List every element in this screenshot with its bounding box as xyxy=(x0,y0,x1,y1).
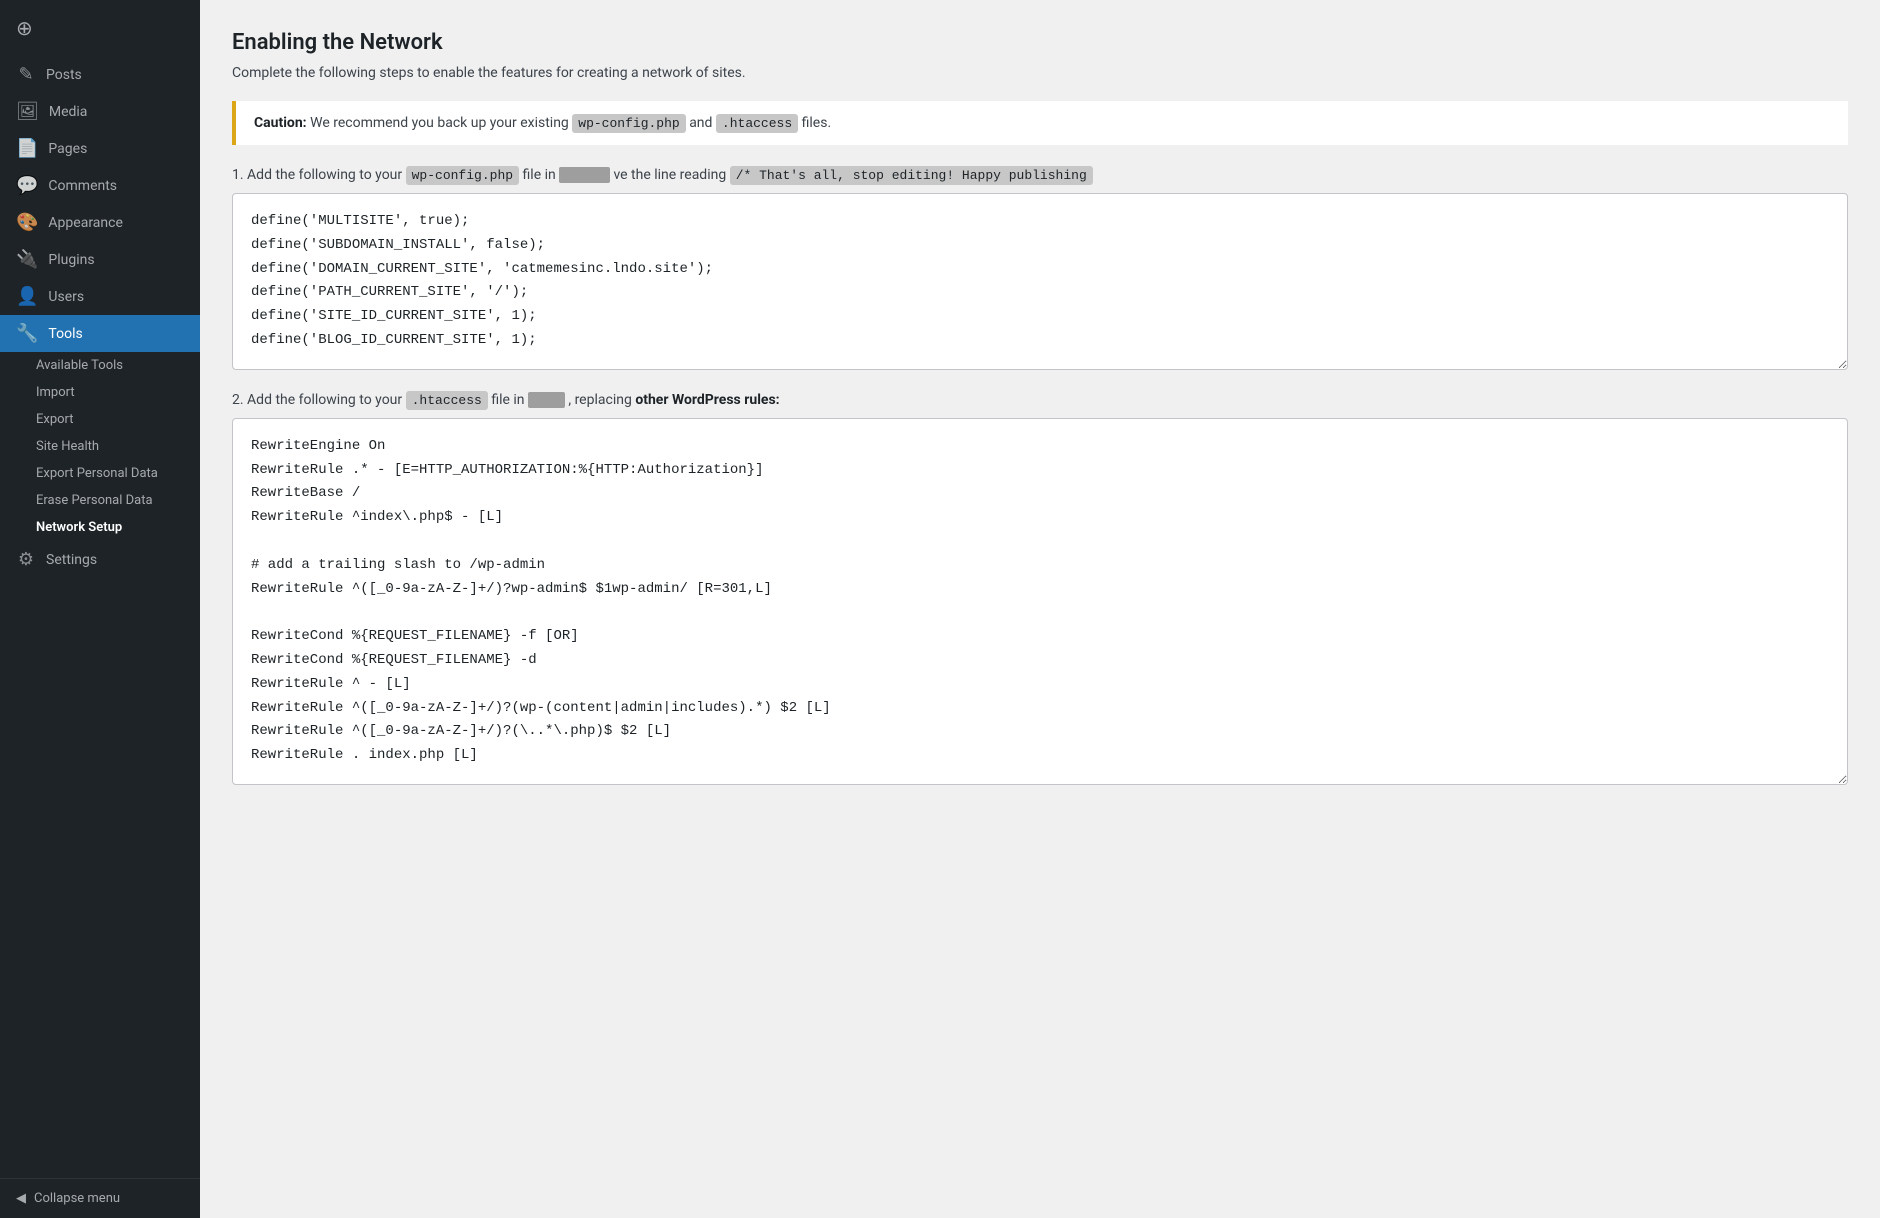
sidebar-menu: ✎ Posts 🖼 Media 📄 Pages 💬 Comments 🎨 App… xyxy=(0,56,200,578)
step1-code: wp-config.php xyxy=(406,166,519,185)
plugins-icon: 🔌 xyxy=(16,249,38,270)
step1-text-mid: file in xyxy=(523,167,556,183)
users-icon: 👤 xyxy=(16,286,38,307)
sidebar-subitem-erase-personal-data[interactable]: Erase Personal Data xyxy=(0,487,200,514)
code-block-2[interactable]: RewriteEngine On RewriteRule .* - [E=HTT… xyxy=(232,418,1848,785)
posts-icon: ✎ xyxy=(16,64,36,85)
step2-number: 2. xyxy=(232,392,244,408)
sidebar-subitem-export-personal-data[interactable]: Export Personal Data xyxy=(0,460,200,487)
step2-text-after: , replacing xyxy=(568,392,631,408)
step1-comment: /* That's all, stop editing! Happy publi… xyxy=(730,166,1093,185)
sidebar-item-label: Users xyxy=(48,289,84,305)
step2-bold: other WordPress rules: xyxy=(635,392,779,408)
sidebar-item-appearance[interactable]: 🎨 Appearance xyxy=(0,204,200,241)
step1-text-before: Add the following to your xyxy=(247,167,402,183)
caution-middle: and xyxy=(689,115,712,131)
step1-number: 1. xyxy=(232,167,244,183)
sidebar: ⊕ ✎ Posts 🖼 Media 📄 Pages 💬 Comments 🎨 A… xyxy=(0,0,200,1218)
pages-icon: 📄 xyxy=(16,138,38,159)
sidebar-item-settings[interactable]: ⚙ Settings xyxy=(0,541,200,578)
sidebar-item-label: Media xyxy=(49,104,88,120)
tools-arrow-icon: ◀ xyxy=(176,328,184,339)
sidebar-subitem-export[interactable]: Export xyxy=(0,406,200,433)
wp-logo-icon: ⊕ xyxy=(16,16,33,40)
code-block-1[interactable]: define('MULTISITE', true); define('SUBDO… xyxy=(232,193,1848,370)
step1-text: 1. Add the following to your wp-config.p… xyxy=(232,167,1848,183)
caution-end: files. xyxy=(802,115,832,131)
sidebar-item-label: Pages xyxy=(48,141,87,157)
step2-text-mid: file in xyxy=(491,392,524,408)
sidebar-item-label: Appearance xyxy=(48,215,122,231)
sidebar-item-media[interactable]: 🖼 Media xyxy=(0,93,200,130)
step2-text-before: Add the following to your xyxy=(247,392,402,408)
caution-box: Caution: We recommend you back up your e… xyxy=(232,101,1848,145)
collapse-menu-button[interactable]: ◀ Collapse menu xyxy=(0,1178,200,1218)
step2-code: .htaccess xyxy=(406,391,488,410)
page-title: Enabling the Network xyxy=(232,30,1848,55)
caution-label: Caution: xyxy=(254,115,307,131)
sidebar-subitem-network-setup[interactable]: Network Setup xyxy=(0,514,200,541)
page-subtitle: Complete the following steps to enable t… xyxy=(232,65,1848,81)
sidebar-item-users[interactable]: 👤 Users xyxy=(0,278,200,315)
step1-text-after: ve the line reading xyxy=(613,167,726,183)
sidebar-item-label: Comments xyxy=(48,178,117,194)
collapse-icon: ◀ xyxy=(16,1191,26,1206)
caution-file2: .htaccess xyxy=(716,114,798,133)
tools-submenu: Available Tools Import Export Site Healt… xyxy=(0,352,200,541)
caution-file1: wp-config.php xyxy=(572,114,685,133)
sidebar-item-label: Settings xyxy=(46,552,97,568)
sidebar-item-comments[interactable]: 💬 Comments xyxy=(0,167,200,204)
comments-icon: 💬 xyxy=(16,175,38,196)
sidebar-logo: ⊕ xyxy=(0,0,200,48)
sidebar-item-tools[interactable]: 🔧 Tools ◀ xyxy=(0,315,200,352)
main-content: Enabling the Network Complete the follow… xyxy=(200,0,1880,1218)
collapse-label: Collapse menu xyxy=(34,1191,120,1206)
sidebar-item-label: Posts xyxy=(46,67,82,83)
sidebar-item-pages[interactable]: 📄 Pages xyxy=(0,130,200,167)
appearance-icon: 🎨 xyxy=(16,212,38,233)
sidebar-item-posts[interactable]: ✎ Posts xyxy=(0,56,200,93)
settings-icon: ⚙ xyxy=(16,549,36,570)
step1-redacted xyxy=(559,167,610,183)
tools-icon: 🔧 xyxy=(16,323,38,344)
caution-text: We recommend you back up your existing xyxy=(310,115,569,131)
sidebar-subitem-import[interactable]: Import xyxy=(0,379,200,406)
step2-redacted xyxy=(528,392,565,408)
media-icon: 🖼 xyxy=(16,101,39,122)
sidebar-item-plugins[interactable]: 🔌 Plugins xyxy=(0,241,200,278)
sidebar-item-label: Tools xyxy=(48,326,82,342)
sidebar-item-label: Plugins xyxy=(48,252,94,268)
step2-text: 2. Add the following to your .htaccess f… xyxy=(232,392,1848,408)
sidebar-subitem-site-health[interactable]: Site Health xyxy=(0,433,200,460)
sidebar-subitem-available-tools[interactable]: Available Tools xyxy=(0,352,200,379)
